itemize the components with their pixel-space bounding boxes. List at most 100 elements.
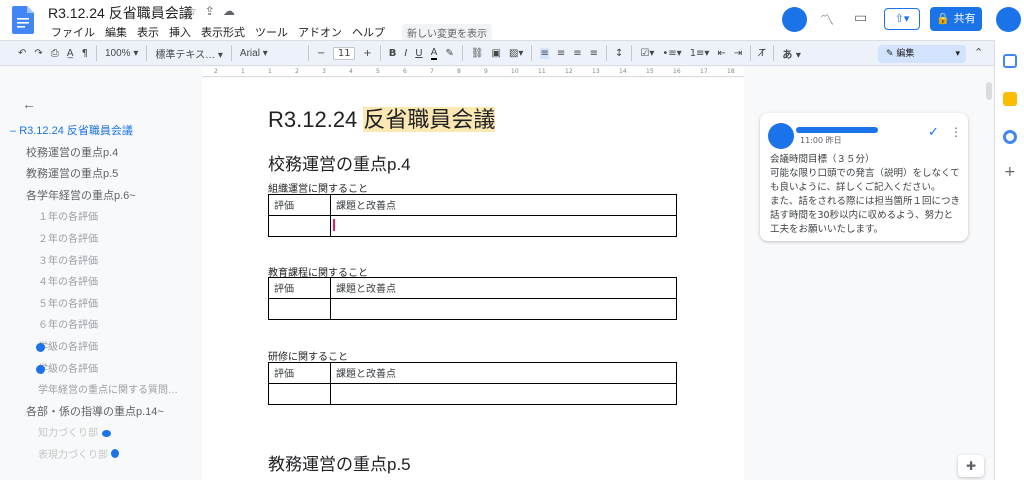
insert-link-icon[interactable]: ⛓ (471, 48, 484, 59)
toolbar-divider (307, 45, 309, 61)
outline-item[interactable]: １年の各評価 (38, 208, 98, 223)
scrollbar[interactable] (986, 82, 992, 100)
see-new-changes-button[interactable]: 新しい変更を表示 (402, 24, 492, 41)
line-spacing-icon[interactable]: ↕ (615, 48, 623, 59)
highlight-color-icon[interactable]: ✎ (445, 48, 453, 59)
bold-icon[interactable]: B (389, 48, 397, 59)
outline-item[interactable]: 教務運営の重点p.5 (26, 165, 118, 181)
numbered-list-icon[interactable]: 1≡▾ (690, 48, 710, 59)
activity-trend-icon[interactable]: 〽 (820, 10, 834, 30)
decrease-font-size-button[interactable]: − (317, 48, 325, 59)
outline-item[interactable]: ４年の各評価 (38, 273, 98, 288)
undo-icon[interactable]: ↶ (18, 48, 26, 59)
text-color-icon[interactable]: A (430, 47, 438, 60)
present-button[interactable]: ⇧▾ (884, 8, 920, 30)
menu-view[interactable]: 表示 (134, 24, 162, 41)
add-comment-icon[interactable]: ▣ (492, 48, 501, 59)
ruler[interactable]: 2 1 1 2 3 4 5 6 7 8 9 10 11 12 13 14 15 16 17 18 (202, 67, 744, 77)
italic-icon[interactable]: I (404, 48, 407, 59)
align-justify-icon[interactable]: ≡ (590, 48, 598, 59)
outline-item[interactable]: 学級の各評価 (38, 338, 98, 353)
table-cell[interactable] (268, 383, 331, 405)
explore-button[interactable]: ✚ (958, 455, 984, 477)
outline-item[interactable]: 各部・係の指導の重点p.14~ (26, 403, 164, 419)
table-cell[interactable] (330, 383, 677, 405)
redo-icon[interactable]: ↷ (34, 48, 42, 59)
table-row (268, 383, 677, 405)
menu-tools[interactable]: ツール (252, 24, 291, 41)
toolbar: ↶ ↷ ⎙ A̲ ¶ 100% ▾ 標準テキス… ▾ Arial ▾ − 11 … (0, 40, 1024, 66)
collapse-toolbar-icon[interactable]: ⌃ (974, 46, 983, 59)
print-icon[interactable]: ⎙ (51, 48, 59, 59)
side-panel: + (994, 40, 1024, 480)
tasks-icon[interactable] (1003, 130, 1017, 144)
checklist-icon[interactable]: ☑▾ (640, 48, 654, 59)
outline-item[interactable]: 校務運営の重点p.4 (26, 144, 118, 160)
outline-item[interactable]: 各学年経営の重点p.6~ (26, 187, 136, 203)
table-cell[interactable]: 評価 (268, 362, 331, 384)
star-icon[interactable]: ☆ (186, 4, 197, 18)
input-method-icon[interactable]: あ ▾ (782, 46, 801, 61)
spellcheck-icon[interactable]: A̲ (67, 48, 74, 59)
calendar-icon[interactable] (1003, 54, 1017, 68)
back-arrow-icon[interactable]: ← (22, 96, 36, 112)
menu-help[interactable]: ヘルプ (349, 24, 388, 41)
table-cell[interactable] (268, 215, 331, 237)
outline-item[interactable]: ６年の各評価 (38, 316, 98, 331)
font-select[interactable]: Arial ▾ (240, 48, 300, 59)
keep-icon[interactable] (1003, 92, 1017, 106)
align-right-icon[interactable]: ≡ (573, 48, 581, 59)
bulleted-list-icon[interactable]: •≡▾ (662, 48, 681, 59)
table-row (268, 298, 677, 320)
menu-file[interactable]: ファイル (48, 24, 98, 41)
style-select[interactable]: 標準テキス… ▾ (155, 46, 223, 61)
clear-formatting-icon[interactable]: T̸ (759, 48, 765, 59)
resolve-check-icon[interactable]: ✓ (928, 125, 939, 140)
table-cell[interactable]: 課題と改善点 (330, 194, 677, 216)
align-left-icon[interactable]: ≡ (540, 47, 549, 59)
insert-image-icon[interactable]: ▨▾ (509, 48, 523, 59)
document-title[interactable]: R3.12.24 反省職員会議 (48, 3, 193, 23)
page-title: R3.12.24 反省職員会議 (268, 102, 496, 134)
editing-mode-select[interactable]: ✎ 編集 ▾ (878, 45, 966, 63)
add-addon-icon[interactable]: + (1004, 164, 1016, 180)
table-cell[interactable]: 評価 (268, 194, 331, 216)
table-cell[interactable]: 課題と改善点 (330, 277, 677, 299)
zoom-select[interactable]: 100% ▾ (105, 48, 138, 59)
increase-indent-icon[interactable]: ⇥ (734, 48, 742, 59)
paint-format-icon[interactable]: ¶ (82, 48, 88, 59)
outline-item[interactable]: ３年の各評価 (38, 252, 98, 267)
document-page[interactable]: R3.12.24 反省職員会議 校務運営の重点p.4 組織運営に関すること 評価… (202, 78, 744, 480)
increase-font-size-button[interactable]: + (363, 48, 371, 59)
table-cell[interactable] (330, 298, 677, 320)
table-cell[interactable]: 評価 (268, 277, 331, 299)
cloud-status-icon[interactable]: ☁ (223, 4, 235, 18)
outline-item[interactable]: 学年経営の重点に関する質問… (38, 381, 178, 396)
outline-item[interactable]: – R3.12.24 反省職員会議 (10, 122, 133, 138)
menu-insert[interactable]: 挿入 (166, 24, 194, 41)
outline-item[interactable]: 表現力づくり部 (38, 446, 108, 461)
move-to-folder-icon[interactable]: ⇪ (205, 4, 215, 18)
table-cell[interactable] (268, 298, 331, 320)
comments-icon[interactable]: ▭ (854, 10, 867, 26)
collaborator-avatar[interactable] (782, 7, 807, 32)
table-cell[interactable] (330, 215, 677, 237)
comment-card[interactable]: 11:00 昨日 ✓ ⋮ 会議時間目標（３５分） 可能な限り口頭での発言（説明）… (760, 113, 968, 241)
align-center-icon[interactable]: ≡ (557, 48, 565, 59)
account-avatar[interactable] (996, 7, 1021, 32)
outline-item[interactable]: 学級の各評価 (38, 360, 98, 375)
font-size-input[interactable]: 11 (333, 46, 356, 60)
outline-item[interactable]: 知力づくり部 (38, 424, 98, 439)
underline-icon[interactable]: U (415, 48, 422, 59)
share-button[interactable]: 🔒 共有 (930, 7, 982, 31)
outline-item[interactable]: ２年の各評価 (38, 230, 98, 245)
more-options-icon[interactable]: ⋮ (950, 125, 962, 139)
ruler-mark: 18 (727, 68, 735, 75)
outline-item[interactable]: ５年の各評価 (38, 295, 98, 310)
menu-format[interactable]: 表示形式 (198, 24, 248, 41)
menu-addons[interactable]: アドオン (295, 24, 345, 41)
docs-logo-icon[interactable] (12, 6, 34, 34)
decrease-indent-icon[interactable]: ⇤ (717, 48, 725, 59)
table-cell[interactable]: 課題と改善点 (330, 362, 677, 384)
menu-edit[interactable]: 編集 (102, 24, 130, 41)
